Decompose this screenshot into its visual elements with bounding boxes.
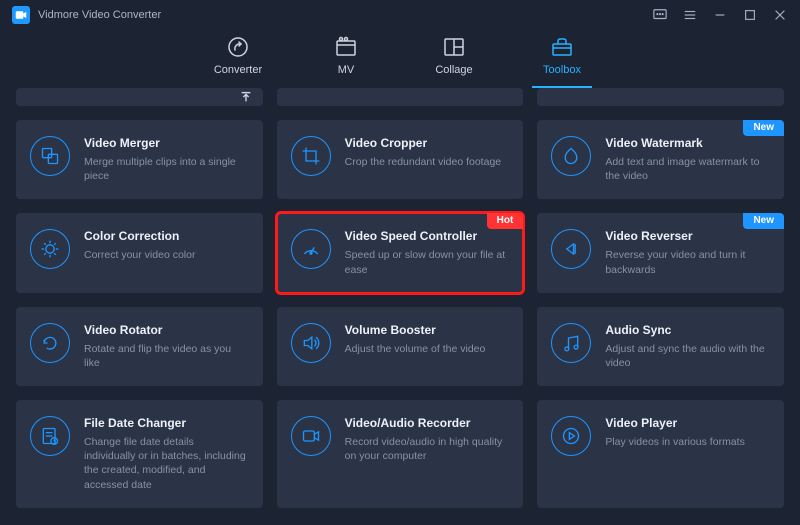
tab-toolbox[interactable]: Toolbox	[532, 36, 592, 88]
badge-new: New	[743, 120, 784, 136]
card-stub[interactable]	[16, 88, 263, 106]
card-title: Volume Booster	[345, 323, 508, 337]
card-file-date-changer[interactable]: File Date Changer Change file date detail…	[16, 400, 263, 508]
card-desc: Reverse your video and turn it backwards	[605, 248, 768, 276]
card-video-watermark[interactable]: New Video Watermark Add text and image wa…	[537, 120, 784, 199]
card-desc: Correct your video color	[84, 248, 247, 262]
filedate-icon	[30, 416, 70, 456]
card-video-rotator[interactable]: Video Rotator Rotate and flip the video a…	[16, 307, 263, 386]
card-volume-booster[interactable]: Volume Booster Adjust the volume of the v…	[277, 307, 524, 386]
maximize-button[interactable]	[742, 7, 758, 23]
card-title: Video Speed Controller	[345, 229, 508, 243]
card-desc: Speed up or slow down your file at ease	[345, 248, 508, 276]
tab-label: Toolbox	[543, 64, 581, 76]
app-logo-icon	[12, 6, 30, 24]
recorder-icon	[291, 416, 331, 456]
titlebar: Vidmore Video Converter	[0, 0, 800, 30]
tab-label: Collage	[435, 64, 472, 76]
card-desc: Rotate and flip the video as you like	[84, 342, 247, 370]
card-title: Video/Audio Recorder	[345, 416, 508, 430]
card-stub[interactable]	[537, 88, 784, 106]
card-title: Video Reverser	[605, 229, 768, 243]
converter-icon	[226, 36, 250, 58]
feedback-icon[interactable]	[652, 7, 668, 23]
card-video-player[interactable]: Video Player Play videos in various forma…	[537, 400, 784, 508]
window-controls	[652, 7, 788, 23]
collapse-up-icon	[239, 90, 253, 109]
card-title: Video Rotator	[84, 323, 247, 337]
tab-label: MV	[338, 64, 355, 76]
tab-collage[interactable]: Collage	[424, 36, 484, 88]
reverser-icon	[551, 229, 591, 269]
card-title: File Date Changer	[84, 416, 247, 430]
card-video-speed-controller[interactable]: Hot Video Speed Controller Speed up or sl…	[277, 213, 524, 292]
card-color-correction[interactable]: Color Correction Correct your video color	[16, 213, 263, 292]
card-desc: Record video/audio in high quality on yo…	[345, 435, 508, 463]
watermark-icon	[551, 136, 591, 176]
rotator-icon	[30, 323, 70, 363]
card-desc: Merge multiple clips into a single piece	[84, 155, 247, 183]
card-title: Audio Sync	[605, 323, 768, 337]
minimize-button[interactable]	[712, 7, 728, 23]
card-audio-sync[interactable]: Audio Sync Adjust and sync the audio with…	[537, 307, 784, 386]
tab-converter[interactable]: Converter	[208, 36, 268, 88]
menu-icon[interactable]	[682, 7, 698, 23]
toolbox-content: Video Merger Merge multiple clips into a …	[0, 88, 800, 525]
card-video-audio-recorder[interactable]: Video/Audio Recorder Record video/audio i…	[277, 400, 524, 508]
card-title: Video Player	[605, 416, 768, 430]
card-desc: Adjust and sync the audio with the video	[605, 342, 768, 370]
badge-hot: Hot	[487, 213, 524, 229]
collage-icon	[442, 36, 466, 58]
close-button[interactable]	[772, 7, 788, 23]
card-video-cropper[interactable]: Video Cropper Crop the redundant video fo…	[277, 120, 524, 199]
badge-new: New	[743, 213, 784, 229]
volume-icon	[291, 323, 331, 363]
card-desc: Change file date details individually or…	[84, 435, 247, 492]
card-desc: Add text and image watermark to the vide…	[605, 155, 768, 183]
sync-icon	[551, 323, 591, 363]
card-desc: Crop the redundant video footage	[345, 155, 508, 169]
main-tabs: Converter MV Collage Toolbox	[0, 30, 800, 88]
card-title: Video Merger	[84, 136, 247, 150]
player-icon	[551, 416, 591, 456]
card-desc: Play videos in various formats	[605, 435, 768, 449]
merger-icon	[30, 136, 70, 176]
card-title: Color Correction	[84, 229, 247, 243]
card-title: Video Cropper	[345, 136, 508, 150]
speed-icon	[291, 229, 331, 269]
mv-icon	[334, 36, 358, 58]
card-stub[interactable]	[277, 88, 524, 106]
tab-mv[interactable]: MV	[316, 36, 376, 88]
card-desc: Adjust the volume of the video	[345, 342, 508, 356]
cropper-icon	[291, 136, 331, 176]
card-video-merger[interactable]: Video Merger Merge multiple clips into a …	[16, 120, 263, 199]
toolbox-icon	[550, 36, 574, 58]
tab-label: Converter	[214, 64, 262, 76]
card-video-reverser[interactable]: New Video Reverser Reverse your video and…	[537, 213, 784, 292]
color-icon	[30, 229, 70, 269]
card-title: Video Watermark	[605, 136, 768, 150]
app-title: Vidmore Video Converter	[38, 9, 652, 21]
